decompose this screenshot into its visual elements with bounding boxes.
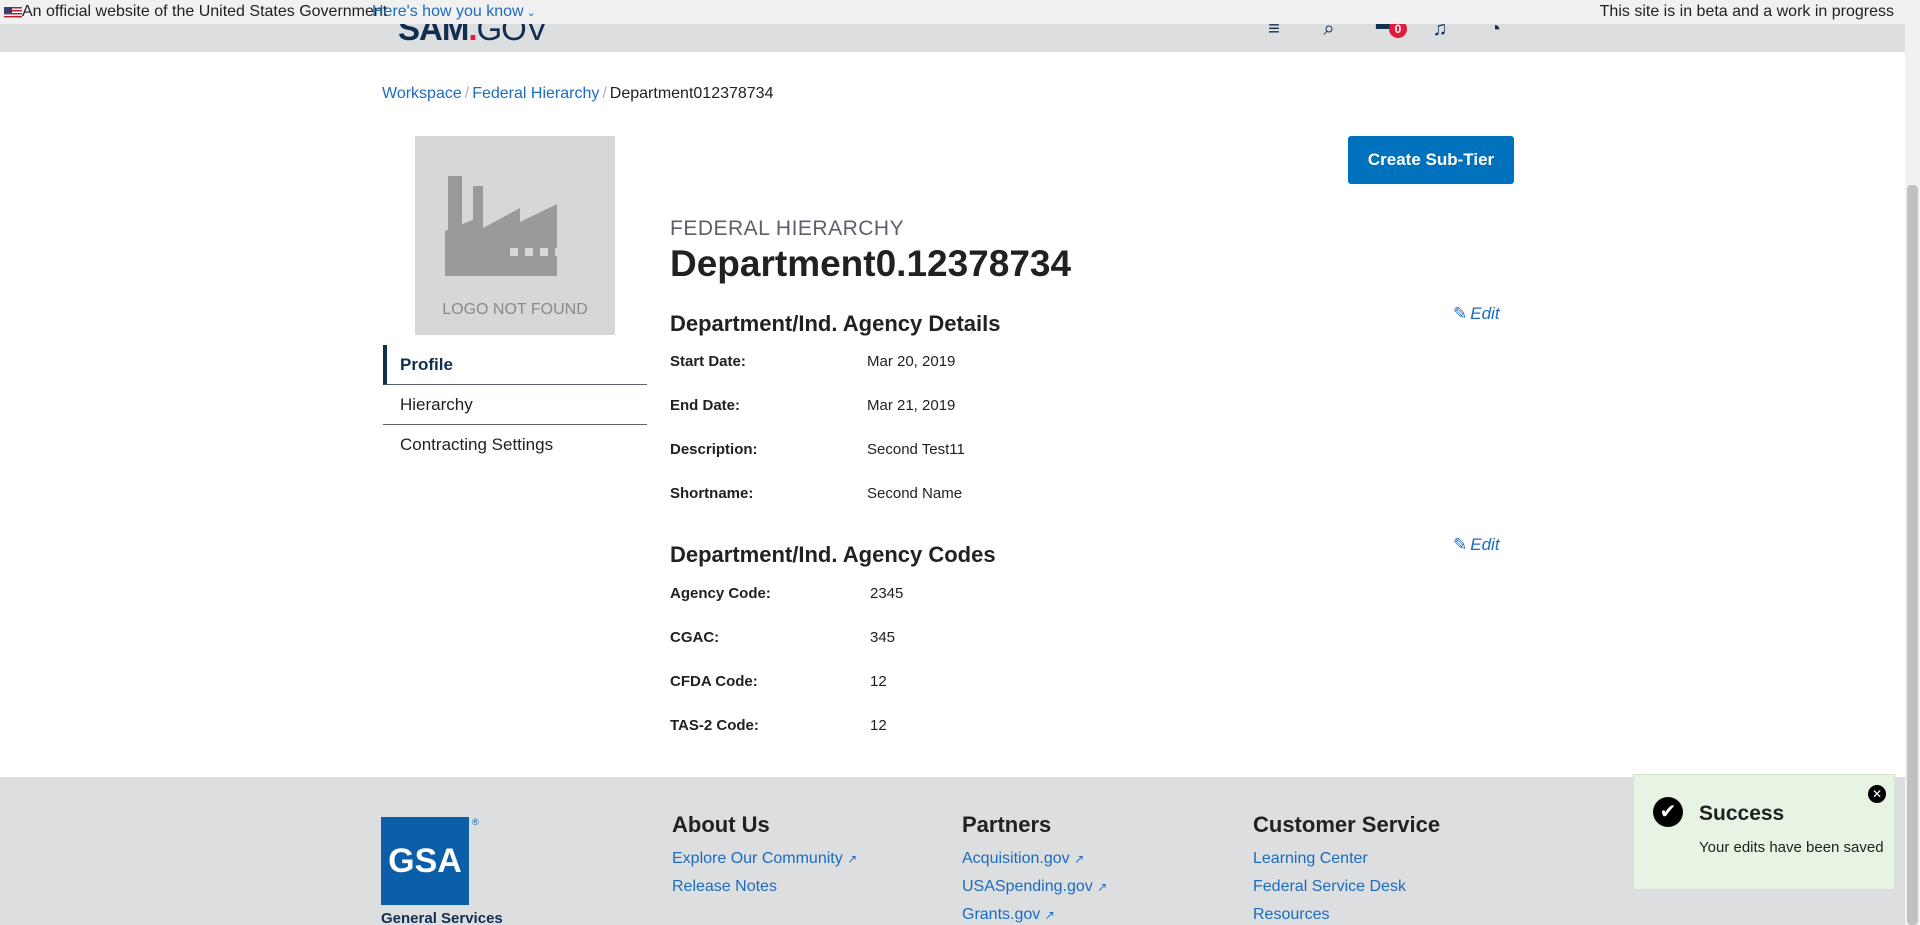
beta-notice: This site is in beta and a work in progr… xyxy=(1599,3,1894,20)
shortname-row: Shortname: Second Name xyxy=(670,485,963,502)
tas2-code-row: TAS-2 Code: 12 xyxy=(670,717,887,734)
toast-title: Success xyxy=(1699,802,1785,825)
footer-about-title: About Us xyxy=(672,812,770,837)
toast-message: Your edits have been saved xyxy=(1699,839,1884,856)
agency-code-row: Agency Code: 2345 xyxy=(670,585,904,602)
close-icon[interactable]: ✕ xyxy=(1868,785,1886,803)
bell-icon[interactable]: ♫ xyxy=(1429,24,1451,40)
side-nav-profile[interactable]: Profile xyxy=(383,345,647,385)
footer-link-grants[interactable]: Grants.gov ↗ xyxy=(962,906,1107,925)
logo-not-found-text: LOGO NOT FOUND xyxy=(442,301,588,318)
details-edit-link[interactable]: ✎ Edit xyxy=(1453,304,1500,324)
gsa-logo[interactable]: GSA xyxy=(381,817,469,905)
footer-customer-service: Customer Service Learning Center Federal… xyxy=(1253,812,1440,925)
pencil-icon: ✎ xyxy=(1453,304,1468,323)
footer-link-federal-service-desk[interactable]: Federal Service Desk xyxy=(1253,878,1440,906)
external-link-icon: ↗ xyxy=(1074,852,1085,866)
footer-link-explore-community[interactable]: Explore Our Community ↗ xyxy=(672,850,857,878)
footer-about: About Us Explore Our Community ↗ Release… xyxy=(672,812,857,906)
site-footer: GSA ® General Services About Us Explore … xyxy=(0,777,1905,925)
factory-icon xyxy=(445,176,563,276)
official-site-text: An official website of the United States… xyxy=(22,3,388,20)
breadcrumb-current: Department012378734 xyxy=(609,85,774,102)
side-nav-contracting-settings[interactable]: Contracting Settings xyxy=(383,425,647,465)
breadcrumb: Workspace / Federal Hierarchy / Department01… xyxy=(382,85,774,102)
gov-banner: An official website of the United States… xyxy=(0,0,1920,24)
end-date-row: End Date: Mar 21, 2019 xyxy=(670,397,956,414)
success-toast: ✔ Success Your edits have been saved ✕ xyxy=(1633,774,1895,890)
cfda-code-row: CFDA Code: 12 xyxy=(670,673,887,690)
footer-link-usaspending[interactable]: USASpending.gov ↗ xyxy=(962,878,1107,906)
site-header: SAM.GOV ≡ ⌕ ▀ 0 ♫ ◔ xyxy=(0,24,1905,52)
description-row: Description: Second Test11 xyxy=(670,441,965,458)
page-eyebrow: FEDERAL HIERARCHY xyxy=(670,217,905,240)
search-icon[interactable]: ⌕ xyxy=(1318,24,1340,40)
create-sub-tier-button[interactable]: Create Sub-Tier xyxy=(1348,136,1514,184)
breadcrumb-workspace[interactable]: Workspace xyxy=(382,85,462,102)
scrollbar-thumb[interactable] xyxy=(1907,185,1918,925)
external-link-icon: ↗ xyxy=(847,852,858,866)
gsa-name: General Services xyxy=(381,910,503,925)
footer-partners-title: Partners xyxy=(962,812,1052,837)
footer-link-resources[interactable]: Resources xyxy=(1253,906,1440,925)
help-icon[interactable]: ◔ xyxy=(1484,24,1506,40)
cart-count-badge: 0 xyxy=(1389,24,1407,38)
registered-mark: ® xyxy=(472,817,479,827)
footer-link-acquisition[interactable]: Acquisition.gov ↗ xyxy=(962,850,1107,878)
us-flag-icon xyxy=(4,7,22,18)
checkmark-icon: ✔ xyxy=(1653,797,1683,827)
external-link-icon: ↗ xyxy=(1044,908,1055,922)
how-you-know-link[interactable]: Here's how you know ⌄ xyxy=(372,0,536,25)
footer-partners: Partners Acquisition.gov ↗ USASpending.g… xyxy=(962,812,1107,925)
side-nav: Profile Hierarchy Contracting Settings xyxy=(383,345,647,465)
agency-logo-placeholder: LOGO NOT FOUND xyxy=(415,136,615,335)
start-date-row: Start Date: Mar 20, 2019 xyxy=(670,353,956,370)
menu-icon[interactable]: ≡ xyxy=(1263,24,1285,40)
pencil-icon: ✎ xyxy=(1453,535,1468,554)
details-title: Department/Ind. Agency Details xyxy=(670,311,1001,336)
breadcrumb-federal-hierarchy[interactable]: Federal Hierarchy xyxy=(472,85,599,102)
external-link-icon: ↗ xyxy=(1097,880,1108,894)
cgac-row: CGAC: 345 xyxy=(670,629,896,646)
side-nav-hierarchy[interactable]: Hierarchy xyxy=(383,385,647,425)
chevron-down-icon: ⌄ xyxy=(523,7,536,19)
footer-link-release-notes[interactable]: Release Notes xyxy=(672,878,857,906)
footer-customer-service-title: Customer Service xyxy=(1253,812,1441,837)
codes-edit-link[interactable]: ✎ Edit xyxy=(1453,535,1500,555)
codes-title: Department/Ind. Agency Codes xyxy=(670,542,996,567)
page-title: Department0.12378734 xyxy=(670,243,1072,284)
footer-link-learning-center[interactable]: Learning Center xyxy=(1253,850,1440,878)
page-scrollbar[interactable] xyxy=(1905,0,1920,925)
sam-gov-logo[interactable]: SAM.GOV xyxy=(398,24,548,48)
